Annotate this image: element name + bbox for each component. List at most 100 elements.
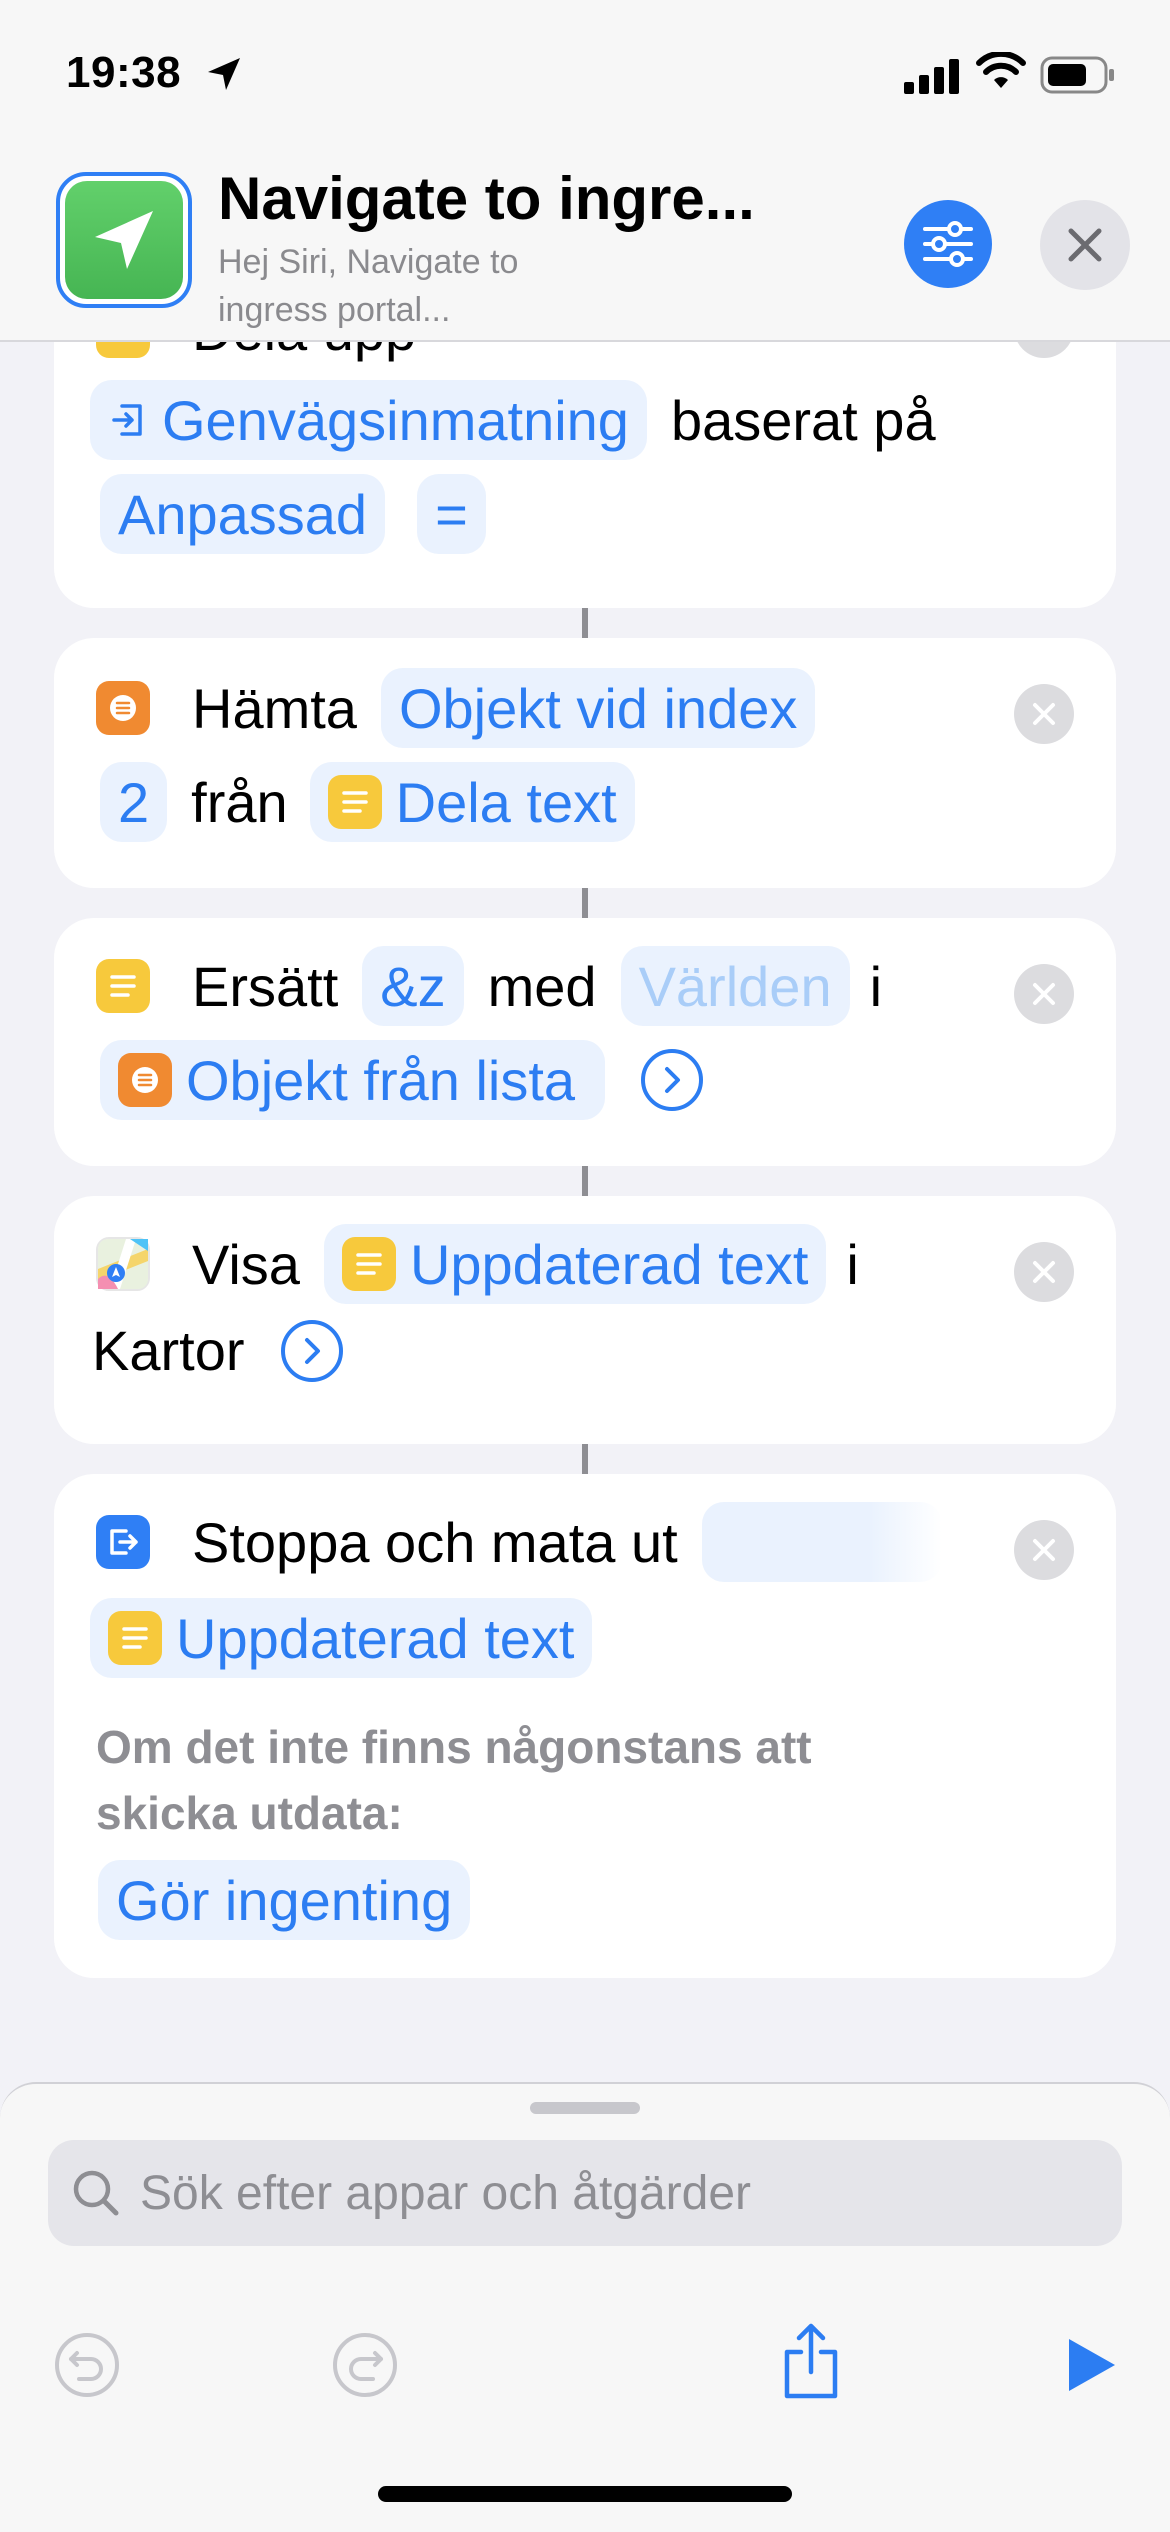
- token-label: Objekt från lista: [186, 1048, 576, 1112]
- action-label: Ersätt: [192, 954, 339, 1018]
- item-from-list-token[interactable]: Objekt från lista: [100, 1040, 606, 1120]
- action-card-show-in-maps[interactable]: Visa Uppdaterad text i Kartor: [54, 1196, 1116, 1444]
- navigation-arrow-icon: [95, 211, 153, 269]
- battery-icon: [1040, 56, 1114, 94]
- token-label: =: [435, 482, 468, 546]
- chevron-right-icon: [665, 1067, 681, 1093]
- connector: [582, 608, 588, 638]
- search-field[interactable]: Sök efter appar och åtgärder: [48, 2140, 1122, 2246]
- replace-text-token[interactable]: Världen: [620, 946, 850, 1026]
- action-label: Stoppa och mata ut: [192, 1510, 678, 1574]
- separator-token[interactable]: =: [417, 474, 486, 554]
- redo-icon: [333, 2333, 397, 2397]
- location-arrow-icon: [208, 58, 240, 90]
- updated-text-token[interactable]: Uppdaterad text: [90, 1598, 593, 1678]
- status-time: 19:38: [66, 48, 182, 97]
- run-button[interactable]: [1056, 2330, 1126, 2400]
- token-label: &z: [380, 954, 446, 1018]
- sheet-grabber[interactable]: [530, 2102, 640, 2114]
- close-icon: [1033, 703, 1055, 725]
- shortcut-title[interactable]: Navigate to ingre...: [218, 164, 755, 233]
- token-label: Uppdaterad text: [409, 1232, 809, 1296]
- param-text: baserat på: [670, 388, 936, 452]
- action-title-row: Ersätt &z med Världen i: [96, 946, 882, 1026]
- action-title-row: Visa Uppdaterad text i: [96, 1224, 859, 1304]
- shortcut-header: Navigate to ingre... Hej Siri, Navigate …: [0, 150, 1170, 342]
- token-label: Världen: [638, 954, 832, 1018]
- undo-icon: [55, 2333, 119, 2397]
- share-button[interactable]: [776, 2320, 846, 2404]
- action-param-row: Anpassad =: [100, 474, 486, 554]
- action-card-get-item[interactable]: Hämta Objekt vid index 2 från Dela text: [54, 638, 1116, 888]
- list-action-icon: [118, 1053, 172, 1107]
- input-icon: [112, 404, 142, 436]
- connector: [582, 888, 588, 918]
- token-label: Anpassad: [118, 482, 368, 546]
- search-icon: [73, 2170, 119, 2216]
- split-text-token[interactable]: Dela text: [309, 762, 635, 842]
- shortcut-subtitle: Hej Siri, Navigate to ingress portal...: [218, 243, 519, 329]
- action-param-row: 2 från Dela text: [100, 762, 635, 842]
- remove-action-button[interactable]: [1014, 684, 1074, 744]
- remove-action-button[interactable]: [1014, 1520, 1074, 1580]
- remove-action-button[interactable]: [1014, 1242, 1074, 1302]
- action-param-row: Uppdaterad text: [90, 1598, 593, 1678]
- app-name: Kartor: [92, 1319, 245, 1382]
- action-title-row: Dela upp: [96, 342, 416, 363]
- remove-action-button[interactable]: [1014, 964, 1074, 1024]
- close-button[interactable]: [1040, 200, 1130, 290]
- token-label: Genvägsinmatning: [162, 388, 629, 452]
- undo-button[interactable]: [52, 2330, 122, 2400]
- close-icon: [1068, 228, 1102, 262]
- output-action-icon: [96, 1515, 150, 1569]
- action-card-stop-and-output[interactable]: Stoppa och mata ut Uppdaterad text Om de…: [54, 1474, 1116, 1978]
- param-text: från: [191, 770, 288, 834]
- split-mode-token[interactable]: Anpassad: [100, 474, 386, 554]
- fallback-token[interactable]: Gör ingenting: [98, 1860, 471, 1940]
- expand-options-button[interactable]: [280, 1319, 343, 1382]
- text-action-icon: [96, 959, 150, 1013]
- action-label: Dela upp: [192, 342, 416, 363]
- share-icon: [784, 2323, 838, 2399]
- index-token[interactable]: 2: [100, 762, 168, 842]
- remove-action-button[interactable]: [1014, 342, 1074, 358]
- fallback-description: Om det inte finns någonstans att skicka …: [96, 1721, 812, 1839]
- action-title-row: Stoppa och mata ut: [96, 1502, 942, 1582]
- maps-app-icon: [96, 1237, 150, 1291]
- action-param-row: Gör ingenting: [98, 1860, 471, 1940]
- param-text: i: [846, 1232, 859, 1296]
- text-action-icon: [108, 1611, 162, 1665]
- token-placeholder: [701, 1502, 942, 1582]
- updated-text-token[interactable]: Uppdaterad text: [323, 1224, 827, 1304]
- search-placeholder: Sök efter appar och åtgärder: [140, 2166, 752, 2220]
- text-action-icon: [341, 1237, 396, 1291]
- action-list: Dela upp Genvägsinmatning baserat på Anp…: [0, 342, 1170, 2082]
- list-action-icon: [96, 681, 150, 735]
- status-bar: 19:38: [0, 0, 1170, 150]
- connector: [582, 1444, 588, 1474]
- text-action-icon: [96, 342, 150, 358]
- redo-button[interactable]: [330, 2330, 400, 2400]
- home-indicator: [378, 2486, 792, 2502]
- connector: [582, 1166, 588, 1196]
- action-card-replace-text[interactable]: Ersätt &z med Världen i Objekt från list…: [54, 918, 1116, 1166]
- expand-options-button[interactable]: [641, 1049, 704, 1111]
- token-label: Gör ingenting: [116, 1868, 453, 1932]
- action-label: Hämta: [192, 676, 357, 740]
- close-icon: [1033, 1539, 1055, 1561]
- action-label: Visa: [192, 1232, 300, 1296]
- shortcut-input-token[interactable]: Genvägsinmatning: [90, 380, 647, 460]
- token-label: Dela text: [395, 770, 617, 834]
- shortcut-icon[interactable]: [56, 172, 192, 308]
- text-action-icon: [327, 775, 382, 829]
- settings-button[interactable]: [904, 200, 992, 288]
- close-icon: [1033, 1261, 1055, 1283]
- sliders-icon: [923, 221, 973, 267]
- close-icon: [1033, 983, 1055, 1005]
- action-search-sheet: Sök efter appar och åtgärder: [0, 2082, 1170, 2298]
- token-label: Objekt vid index: [398, 676, 798, 740]
- action-title-row: Hämta Objekt vid index: [96, 668, 816, 748]
- find-text-token[interactable]: &z: [362, 946, 464, 1026]
- action-card-split-text[interactable]: Dela upp Genvägsinmatning baserat på Anp…: [54, 342, 1116, 608]
- item-specifier-token[interactable]: Objekt vid index: [380, 668, 816, 748]
